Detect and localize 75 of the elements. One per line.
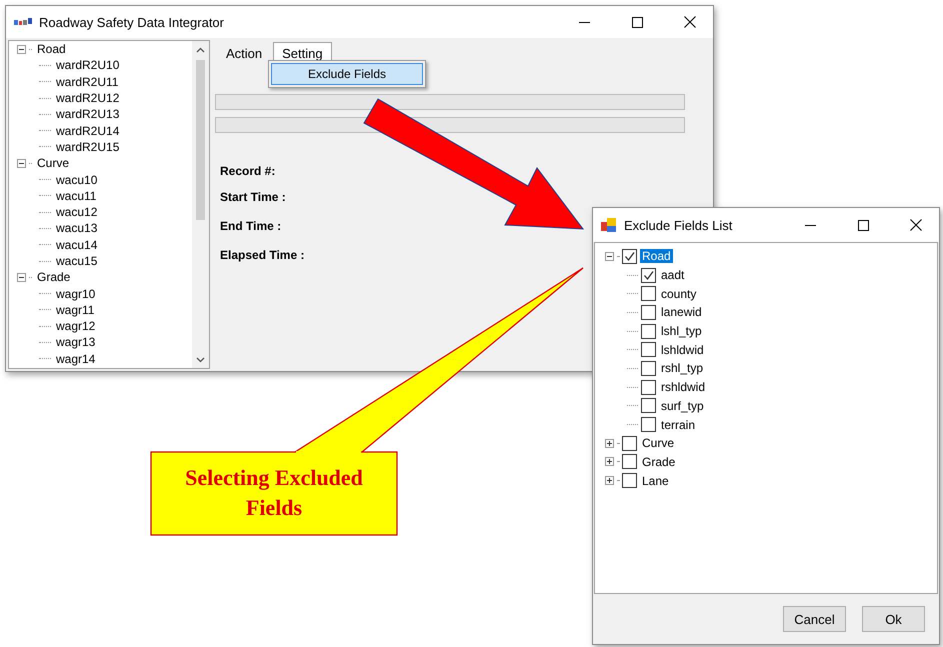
tree-item[interactable]: rshldwid bbox=[659, 380, 708, 394]
tree-item[interactable]: Grade bbox=[640, 454, 678, 469]
tree-item[interactable]: surf_typ bbox=[659, 398, 706, 413]
checkbox[interactable] bbox=[641, 417, 656, 432]
checkbox[interactable] bbox=[641, 324, 656, 339]
scroll-down-icon[interactable] bbox=[196, 356, 205, 362]
checkbox[interactable] bbox=[622, 436, 637, 451]
tree-item[interactable]: wacu11 bbox=[54, 188, 98, 203]
field-label: Record #: bbox=[220, 162, 276, 180]
checkbox[interactable] bbox=[622, 454, 637, 470]
menu-item[interactable]: Action bbox=[217, 42, 272, 62]
tree-item[interactable]: wacu13 bbox=[54, 221, 100, 236]
tree-item[interactable]: wagr10 bbox=[54, 286, 98, 301]
tree-item[interactable]: lanewid bbox=[659, 305, 704, 320]
maximize-icon[interactable] bbox=[858, 220, 868, 230]
tree-item[interactable]: Lane bbox=[640, 474, 671, 488]
collapse-icon[interactable] bbox=[605, 252, 614, 261]
field-label: Start Time : bbox=[220, 188, 286, 206]
tree-item[interactable]: Road bbox=[640, 249, 673, 264]
tree-item[interactable]: wagr14 bbox=[54, 352, 98, 366]
tree-item[interactable]: wardR2U15 bbox=[54, 140, 122, 154]
expand-icon[interactable] bbox=[605, 476, 614, 486]
tree-item[interactable]: aadt bbox=[659, 268, 686, 282]
app-icon bbox=[601, 217, 617, 233]
cancel-button[interactable]: Cancel bbox=[783, 606, 846, 632]
checkbox[interactable] bbox=[641, 268, 656, 283]
tree-item[interactable]: Curve bbox=[35, 156, 72, 170]
close-icon[interactable] bbox=[910, 219, 922, 231]
tree-item[interactable]: lshl_typ bbox=[659, 324, 704, 338]
tree-item[interactable]: wacu15 bbox=[54, 254, 100, 268]
close-icon[interactable] bbox=[684, 16, 696, 28]
minimize-icon[interactable] bbox=[804, 224, 816, 226]
checkbox[interactable] bbox=[641, 360, 656, 376]
expand-icon[interactable] bbox=[605, 438, 614, 448]
checkbox[interactable] bbox=[641, 342, 656, 358]
app-icon bbox=[14, 17, 32, 27]
checkbox[interactable] bbox=[641, 304, 656, 320]
tree-item[interactable]: terrain bbox=[659, 418, 698, 432]
tree-item[interactable]: lshldwid bbox=[659, 342, 706, 357]
menu-item[interactable]: Setting bbox=[273, 42, 332, 62]
tree-item[interactable]: wacu14 bbox=[54, 238, 100, 252]
expand-icon[interactable] bbox=[605, 457, 614, 466]
checkbox[interactable] bbox=[641, 398, 656, 414]
tree-item[interactable]: wardR2U10 bbox=[54, 58, 122, 72]
tree-item[interactable]: wacu12 bbox=[54, 205, 100, 220]
tree-item[interactable]: wagr12 bbox=[54, 319, 98, 334]
tree-item[interactable]: Curve bbox=[640, 436, 676, 450]
checkbox[interactable] bbox=[641, 380, 656, 395]
window-title: Roadway Safety Data Integrator bbox=[39, 14, 225, 30]
tree-item[interactable]: wardR2U14 bbox=[54, 124, 122, 138]
field-label: Elapsed Time : bbox=[220, 246, 304, 264]
checkbox[interactable] bbox=[622, 248, 637, 264]
scrollbar[interactable] bbox=[192, 41, 209, 368]
collapse-icon[interactable] bbox=[17, 44, 26, 54]
tree-item[interactable]: rshl_typ bbox=[659, 361, 706, 376]
tree-item[interactable]: Road bbox=[35, 42, 68, 56]
window-title: Exclude Fields List bbox=[624, 218, 734, 232]
tree-item[interactable]: wardR2U12 bbox=[54, 91, 122, 106]
scroll-up-icon[interactable] bbox=[196, 46, 205, 52]
tree-item[interactable]: wagr13 bbox=[54, 335, 98, 350]
tree-item[interactable]: wagr11 bbox=[54, 302, 96, 317]
checkbox[interactable] bbox=[622, 473, 637, 488]
tree-item[interactable]: Grade bbox=[35, 270, 72, 284]
maximize-icon[interactable] bbox=[632, 16, 642, 28]
tree-item[interactable]: county bbox=[659, 286, 698, 301]
menu-option[interactable]: Exclude Fields bbox=[271, 63, 423, 85]
collapse-icon[interactable] bbox=[17, 272, 26, 282]
ok-button[interactable]: Ok bbox=[862, 606, 925, 632]
checkbox[interactable] bbox=[641, 286, 656, 302]
tree-item[interactable]: wardR2U11 bbox=[54, 74, 120, 89]
callout-text: Selecting Excluded Fields bbox=[184, 464, 364, 522]
tree-item[interactable]: wacu10 bbox=[54, 172, 100, 187]
collapse-icon[interactable] bbox=[17, 158, 26, 168]
field-label: End Time : bbox=[220, 218, 282, 234]
tree-item[interactable]: wardR2U13 bbox=[54, 107, 122, 122]
